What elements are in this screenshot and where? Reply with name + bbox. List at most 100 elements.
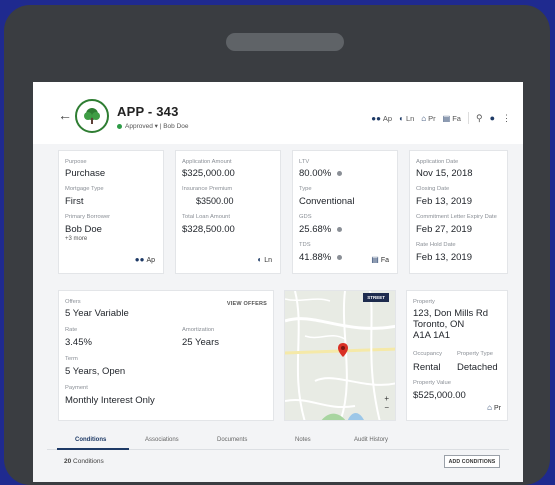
financials-badge[interactable]: ▤ Fa bbox=[371, 255, 389, 264]
offers-card: Offers VIEW OFFERS 5 Year Variable Rate … bbox=[58, 290, 274, 421]
speaker-slot bbox=[226, 33, 344, 51]
link-applicants[interactable]: ●● Ap bbox=[371, 114, 392, 123]
property-label: Property bbox=[413, 299, 435, 305]
more-borrowers-link[interactable]: +3 more bbox=[65, 236, 87, 242]
tab-documents[interactable]: Documents bbox=[217, 437, 247, 443]
loan-badge[interactable]: ◐ Ln bbox=[257, 255, 272, 264]
back-arrow-icon[interactable]: ← bbox=[58, 107, 72, 123]
divider bbox=[467, 112, 469, 124]
app-screen: ← APP - 343 Approved ▾ | Bob Doe ●● Ap ◐ L… bbox=[33, 82, 523, 482]
tree-logo-icon bbox=[75, 99, 109, 133]
property-line1: 123, Don Mills Rd bbox=[413, 308, 488, 319]
occupancy-value: Rental bbox=[413, 362, 441, 373]
header-links: ●● Ap ◐ Ln ⌂ Pr ▤ Fa ⚲ ● ⋮ bbox=[371, 112, 511, 124]
page-title: APP - 343 bbox=[117, 104, 179, 119]
total-value: $328,500.00 bbox=[182, 224, 235, 235]
link-financials[interactable]: ▤ Fa bbox=[443, 114, 461, 123]
approved-dot-icon bbox=[117, 123, 122, 129]
chevron-down-icon[interactable]: ▾ bbox=[155, 123, 160, 130]
purpose-label: Purpose bbox=[65, 159, 87, 165]
tds-value: 41.88% bbox=[299, 252, 343, 263]
street-view-button[interactable]: STREET bbox=[363, 293, 389, 302]
view-offers-link[interactable]: VIEW OFFERS bbox=[227, 301, 267, 307]
rate-value: 3.45% bbox=[65, 337, 92, 348]
tab-audit-history[interactable]: Audit History bbox=[354, 437, 388, 443]
people-icon: ●● bbox=[371, 113, 381, 123]
ltv-value: 80.00% bbox=[299, 168, 343, 179]
payment-label: Payment bbox=[65, 385, 88, 391]
property-type-label: Property Type bbox=[457, 351, 493, 357]
purpose-value: Purchase bbox=[65, 168, 106, 179]
bell-icon[interactable]: ● bbox=[490, 113, 495, 123]
premium-value: $3500.00 bbox=[196, 196, 234, 206]
property-line2: Toronto, ON bbox=[413, 319, 465, 330]
amortization-label: Amortization bbox=[182, 327, 215, 333]
mortgage-type-value: First bbox=[65, 196, 84, 207]
term-value: 5 Years, Open bbox=[65, 366, 126, 377]
map-zoom-controls: + − bbox=[384, 394, 389, 412]
people-icon: ●● bbox=[134, 255, 145, 264]
zoom-in-button[interactable]: + bbox=[384, 394, 389, 403]
dates-card: Application Date Nov 15, 2018 Closing Da… bbox=[409, 150, 508, 274]
property-card: Property 123, Don Mills Rd Toronto, ON A… bbox=[406, 290, 508, 421]
add-conditions-button[interactable]: ADD CONDITIONS bbox=[444, 455, 500, 468]
property-value: $525,000.00 bbox=[413, 390, 466, 401]
app-header: ← APP - 343 Approved ▾ | Bob Doe ●● Ap ◐ L… bbox=[33, 82, 523, 144]
ltv-label: LTV bbox=[299, 159, 310, 165]
tab-notes[interactable]: Notes bbox=[295, 437, 311, 443]
link-property[interactable]: ⌂ Pr bbox=[421, 114, 435, 123]
info-icon[interactable] bbox=[337, 254, 343, 260]
chart-icon: ▤ bbox=[442, 113, 451, 123]
chart-icon: ▤ bbox=[371, 255, 379, 264]
link-loan[interactable]: ◐ Ln bbox=[399, 114, 414, 123]
amortization-value: 25 Years bbox=[182, 337, 219, 348]
amount-label: Application Amount bbox=[182, 159, 232, 165]
ratios-card: LTV 80.00% Type Conventional GDS 25.68% … bbox=[292, 150, 398, 274]
toggle-icon: ◐ bbox=[257, 255, 263, 264]
total-label: Total Loan Amount bbox=[182, 214, 231, 220]
property-map[interactable]: STREET + − bbox=[284, 290, 396, 421]
gds-label: GDS bbox=[299, 214, 312, 220]
status-dropdown[interactable]: Approved bbox=[125, 123, 153, 130]
tab-conditions[interactable]: Conditions bbox=[75, 437, 106, 443]
offers-label: Offers bbox=[65, 299, 81, 305]
property-value-label: Property Value bbox=[413, 380, 451, 386]
borrower-value: Bob Doe bbox=[65, 224, 102, 235]
tab-bar: Conditions Associations Documents Notes … bbox=[33, 430, 523, 450]
owner-name: Bob Doe bbox=[163, 123, 189, 130]
toggle-icon: ◐ bbox=[399, 113, 404, 123]
applicants-badge[interactable]: ●● Ap bbox=[135, 255, 155, 264]
commitment-label: Commitment Letter Expiry Date bbox=[416, 214, 497, 220]
search-icon[interactable]: ⚲ bbox=[476, 113, 483, 124]
gds-value: 25.68% bbox=[299, 224, 343, 235]
occupancy-label: Occupancy bbox=[413, 351, 442, 357]
status-row: Approved ▾ | Bob Doe bbox=[117, 122, 189, 130]
tab-active-indicator bbox=[57, 448, 129, 450]
premium-label: Insurance Premium bbox=[182, 186, 233, 192]
closing-value: Feb 13, 2019 bbox=[416, 196, 472, 207]
home-icon: ⌂ bbox=[421, 113, 427, 123]
property-line3: A1A 1A1 bbox=[413, 330, 450, 341]
mortgage-type-label: Mortgage Type bbox=[65, 186, 104, 192]
purpose-card: Purpose Purchase Mortgage Type First Pri… bbox=[58, 150, 164, 274]
amount-value: $325,000.00 bbox=[182, 168, 235, 179]
more-menu-icon[interactable]: ⋮ bbox=[502, 113, 511, 124]
tds-label: TDS bbox=[299, 242, 311, 248]
rate-hold-value: Feb 13, 2019 bbox=[416, 252, 472, 263]
loan-card: Application Amount $325,000.00 Insurance… bbox=[175, 150, 281, 274]
conditions-count: 20 Conditions bbox=[64, 458, 104, 465]
home-icon: ⌂ bbox=[487, 403, 492, 412]
info-icon[interactable] bbox=[337, 170, 343, 176]
commitment-value: Feb 27, 2019 bbox=[416, 224, 472, 235]
property-badge[interactable]: ⌂ Pr bbox=[487, 403, 501, 412]
tab-associations[interactable]: Associations bbox=[145, 437, 179, 443]
borrower-label: Primary Borrower bbox=[65, 214, 111, 220]
type-label: Type bbox=[299, 186, 312, 192]
rate-label: Rate bbox=[65, 327, 78, 333]
map-pin-icon bbox=[338, 343, 348, 357]
info-icon[interactable] bbox=[337, 226, 343, 232]
term-label: Term bbox=[65, 356, 78, 362]
app-date-value: Nov 15, 2018 bbox=[416, 168, 473, 179]
payment-value: Monthly Interest Only bbox=[65, 395, 155, 406]
zoom-out-button[interactable]: − bbox=[384, 403, 389, 412]
